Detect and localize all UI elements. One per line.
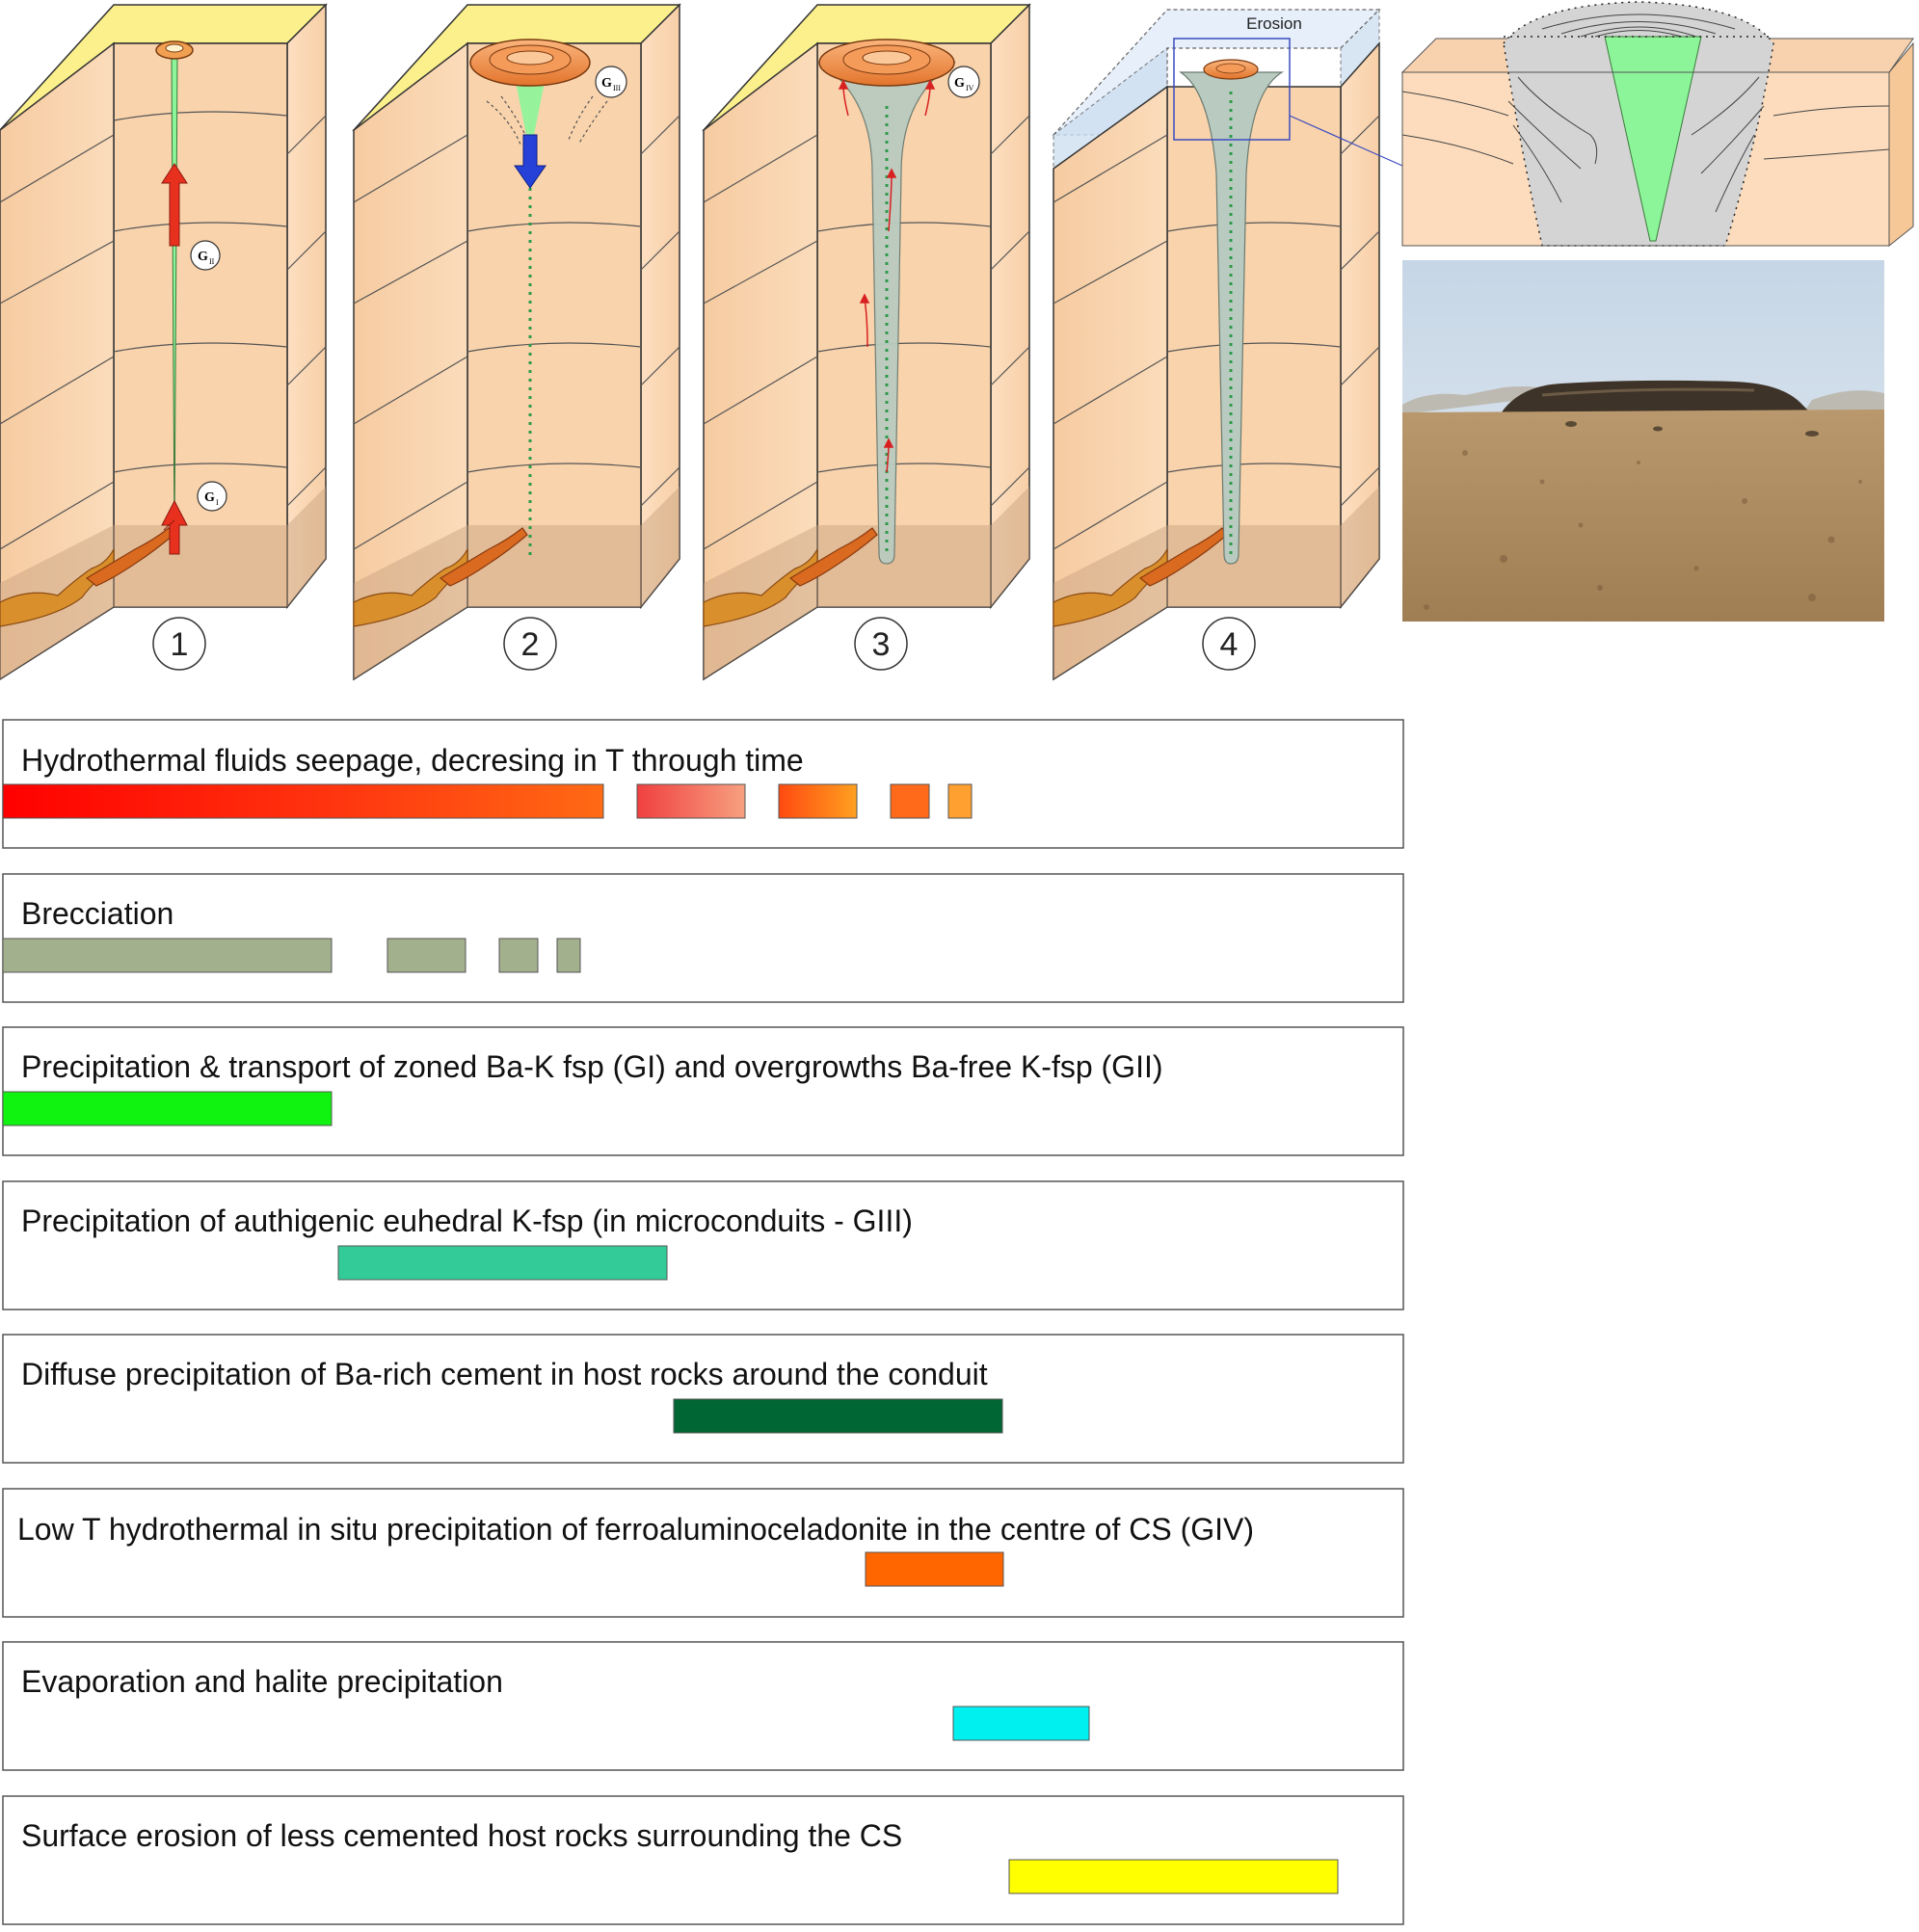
stage-4-number: 4 — [1220, 626, 1239, 663]
timeline-row-hydrothermal: Hydrothermal fluids seepage, decresing i… — [2, 719, 1404, 849]
stage-3-label-g4: G IV — [947, 66, 980, 98]
timeline-row-halite: Evaporation and halite precipitation — [2, 1641, 1404, 1771]
bar-segment — [865, 1551, 1004, 1587]
stage-2-number: 2 — [521, 626, 540, 663]
stage-2-label-g3: G III — [595, 66, 627, 98]
bar-segment — [673, 1398, 1003, 1434]
timeline-label: Evaporation and halite precipitation — [21, 1664, 503, 1699]
erosion-label: Erosion — [1246, 14, 1302, 33]
bar-segment — [2, 783, 604, 819]
label-g2-sub: II — [209, 257, 215, 266]
stage-3-block: G IV 3 — [702, 3, 1031, 681]
timeline-label: Precipitation of authigenic euhedral K-f… — [21, 1204, 913, 1238]
label-g3-sub: III — [613, 84, 621, 93]
timeline-row-ba-rich-cement: Diffuse precipitation of Ba-rich cement … — [2, 1334, 1404, 1464]
timeline-label: Brecciation — [21, 896, 173, 931]
field-photo — [1402, 260, 1884, 622]
timeline-row-authigenic-k-fsp: Precipitation of authigenic euhedral K-f… — [2, 1180, 1404, 1310]
bar-segment — [890, 783, 930, 819]
stage-diagrams: G II G I 1 G III 2 G IV 3 Erosion 4 — [0, 1, 1914, 681]
bar-segment — [1008, 1859, 1339, 1894]
timeline-row-surface-erosion: Surface erosion of less cemented host ro… — [2, 1795, 1404, 1925]
timeline-label: Hydrothermal fluids seepage, decresing i… — [21, 743, 804, 778]
stage-1-number: 1 — [171, 626, 189, 663]
bar-segment — [778, 783, 858, 819]
timeline-row-ba-k-fsp: Precipitation & transport of zoned Ba-K … — [2, 1026, 1404, 1156]
timeline-label: Precipitation & transport of zoned Ba-K … — [21, 1049, 1163, 1084]
bar-segment — [386, 938, 466, 973]
bar-segment — [2, 1091, 333, 1126]
label-g4-main: G — [954, 76, 965, 91]
stage-1-label-g1: G I — [197, 481, 227, 512]
bar-segment — [947, 783, 973, 819]
label-g1-main: G — [204, 490, 215, 505]
stage-1-block: G II G I 1 — [0, 3, 328, 680]
label-g3-main: G — [601, 76, 612, 91]
bar-segment — [636, 783, 746, 819]
timeline-row-brecciation: Brecciation — [2, 873, 1404, 1003]
timeline-row-ferroaluminoceladonite: Low T hydrothermal in situ precipitation… — [2, 1488, 1404, 1618]
stage-3-number: 3 — [872, 626, 891, 663]
timeline-label: Surface erosion of less cemented host ro… — [21, 1818, 902, 1853]
bar-segment — [556, 938, 581, 973]
bar-segment — [2, 938, 333, 973]
stage-4-block: Erosion 4 — [1052, 8, 1403, 681]
label-g1-sub: I — [216, 498, 219, 507]
bar-segment — [498, 938, 539, 973]
stage-1-label-g2: G II — [190, 240, 221, 271]
bar-segment — [337, 1245, 668, 1281]
label-g4-sub: IV — [966, 84, 974, 93]
timeline-label: Low T hydrothermal in situ precipitation… — [17, 1512, 1255, 1547]
timeline-panels: Hydrothermal fluids seepage, decresing i… — [2, 719, 1404, 1925]
label-g2-main: G — [198, 250, 208, 264]
timeline-label: Diffuse precipitation of Ba-rich cement … — [21, 1357, 988, 1391]
zoom-cross-section — [1400, 1, 1914, 248]
bar-segment — [952, 1706, 1090, 1741]
stage-2-block: G III 2 — [352, 3, 681, 681]
